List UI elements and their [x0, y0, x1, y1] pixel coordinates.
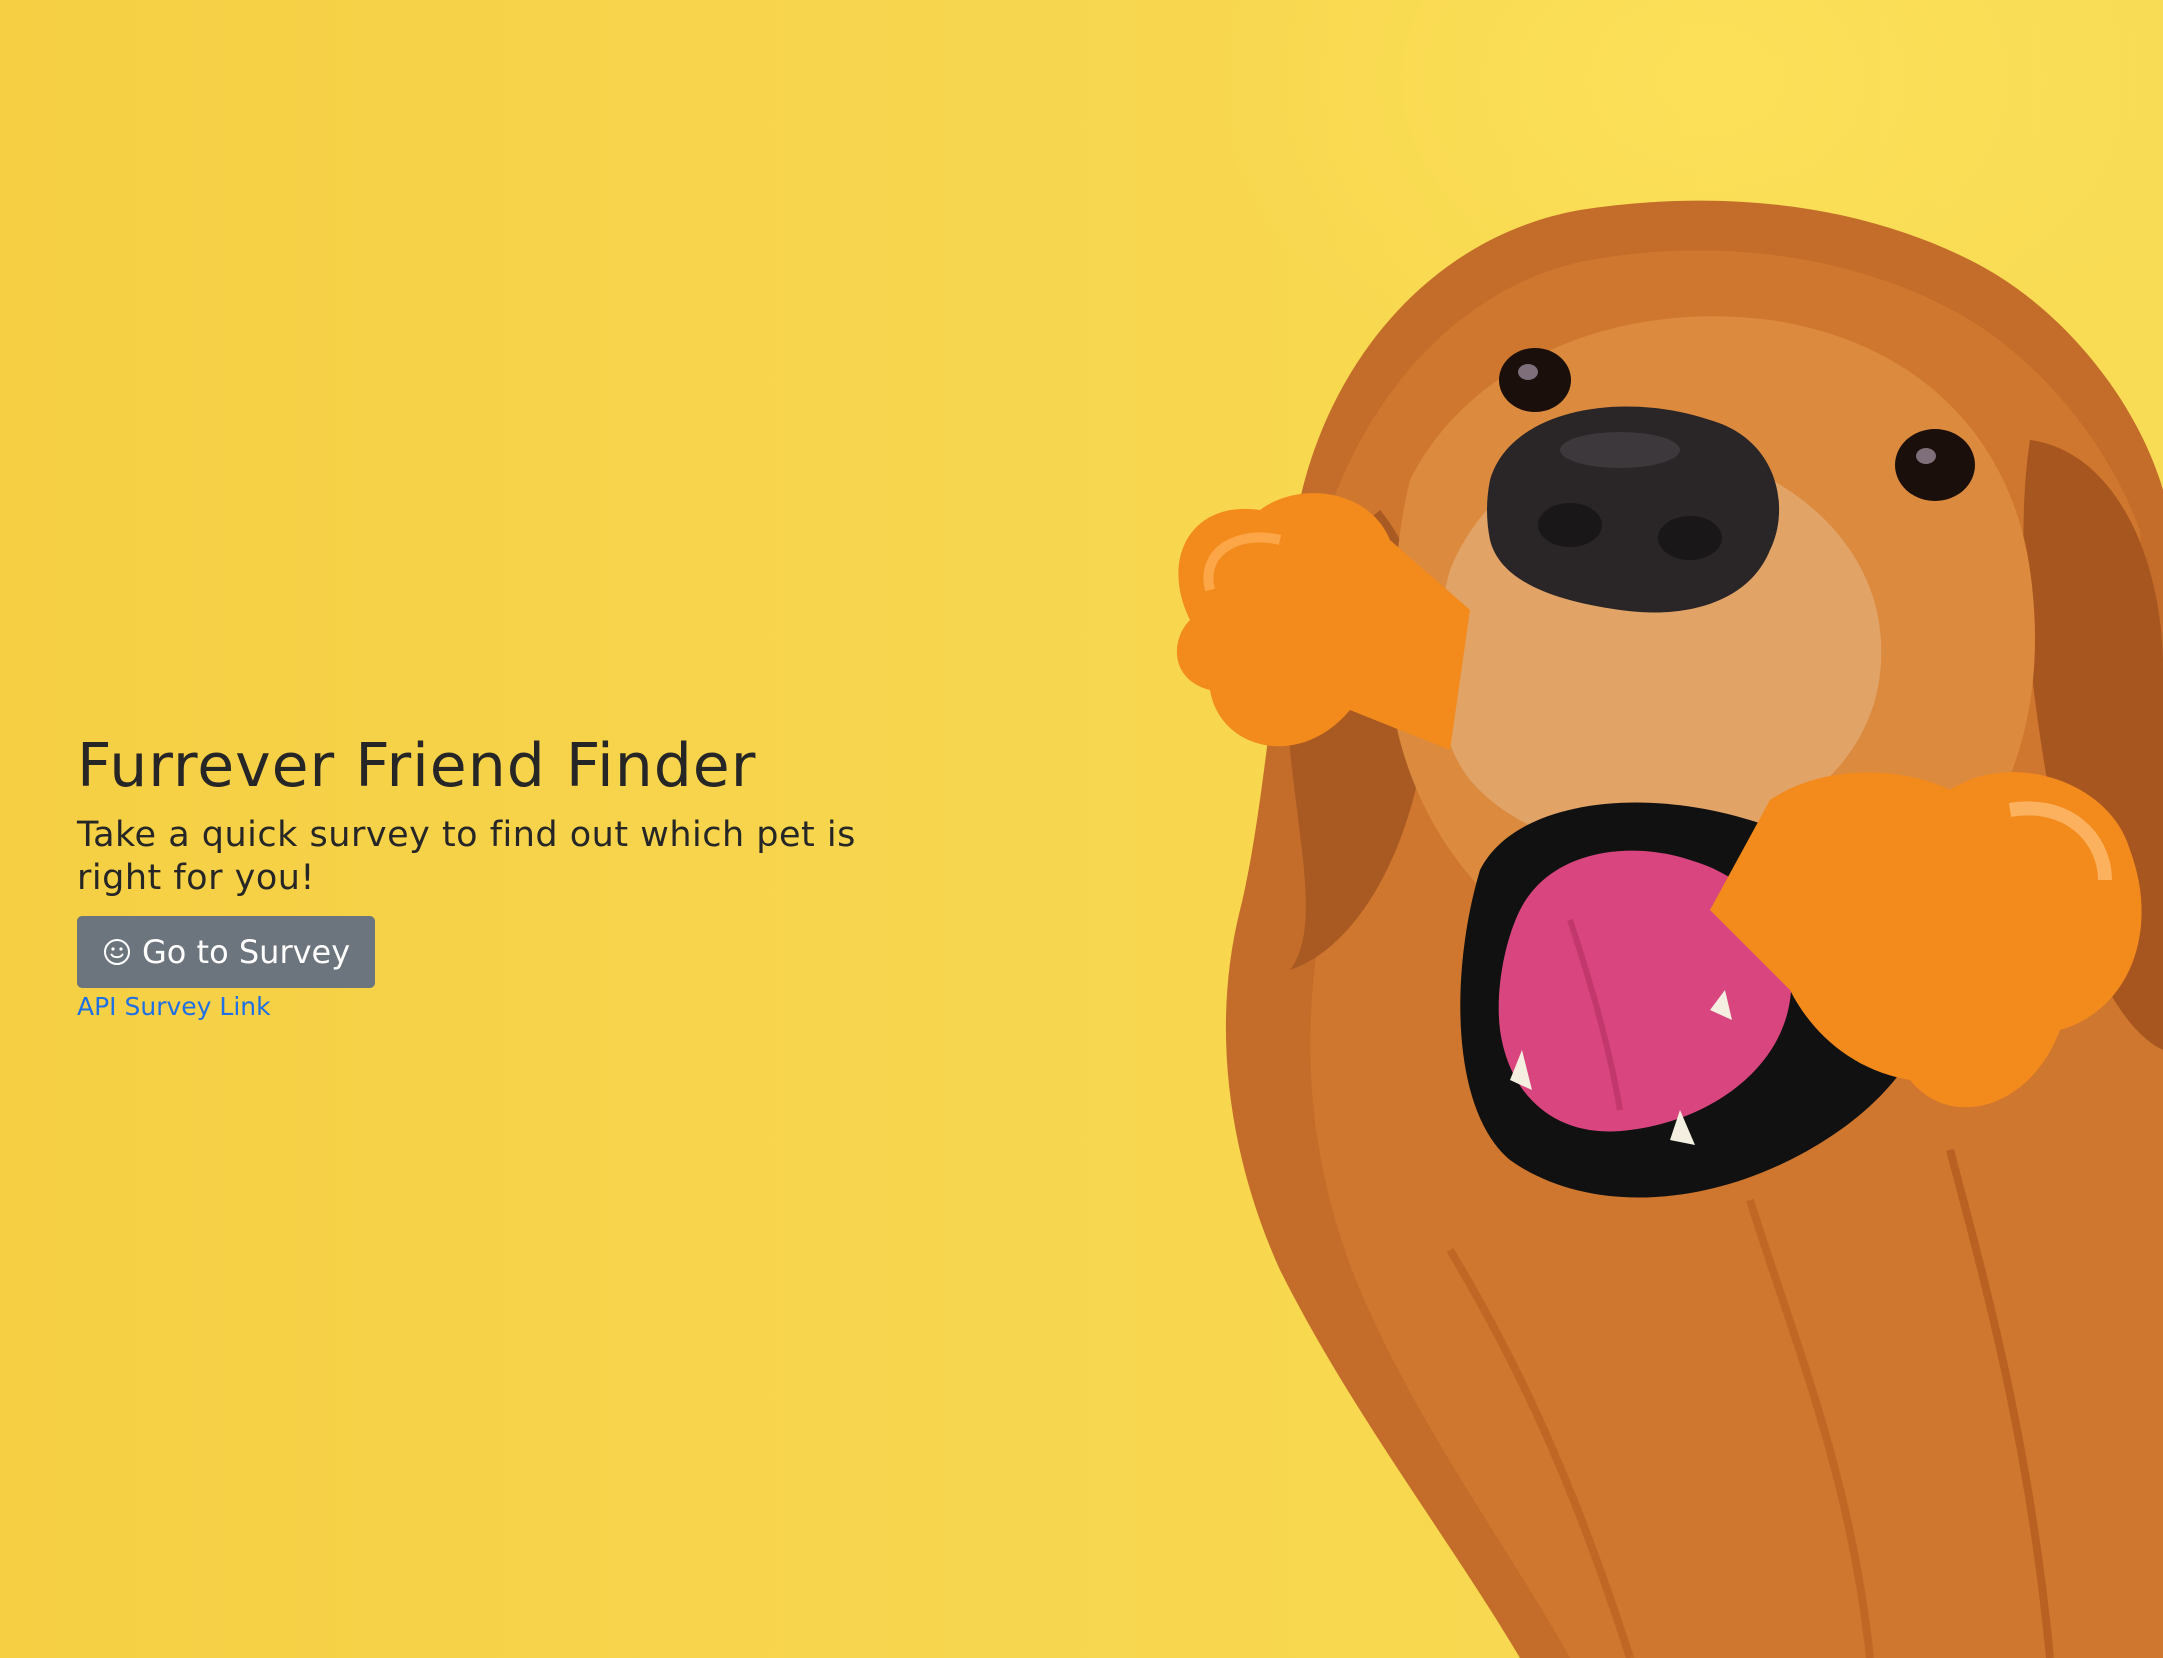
- go-to-survey-button[interactable]: Go to Survey: [77, 916, 376, 988]
- hero-section: Furrever Friend Finder Take a quick surv…: [77, 726, 897, 1021]
- page-title: Furrever Friend Finder: [77, 731, 757, 801]
- go-to-survey-label: Go to Survey: [142, 933, 351, 971]
- smiley-icon: [104, 939, 130, 965]
- golden-retriever-photo: [1176, 200, 2163, 1658]
- page-subtitle: Take a quick survey to find out which pe…: [77, 815, 856, 898]
- api-survey-link[interactable]: API Survey Link: [77, 992, 271, 1021]
